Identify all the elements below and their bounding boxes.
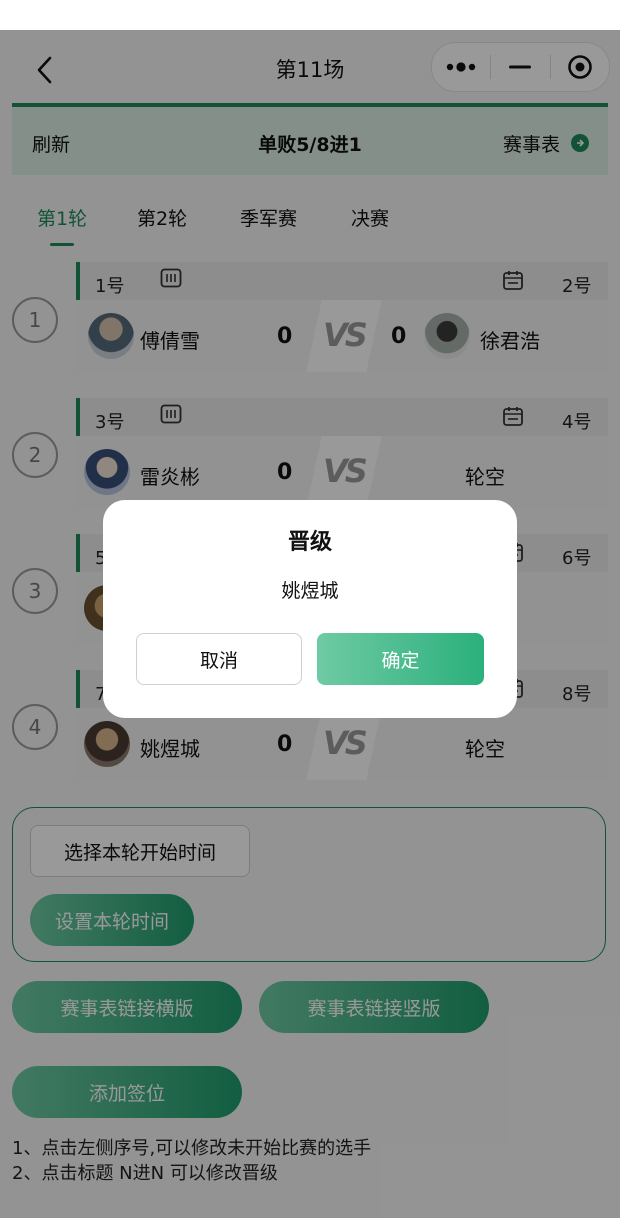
status-strip: [0, 0, 620, 30]
dialog-message: 姚煜城: [281, 580, 339, 602]
phone-screen: 第11场 刷新 单败5/8进1 赛事表 第1轮 第2轮 季军赛 决赛 1 1号 …: [0, 0, 620, 1218]
dialog-title: 晋级: [287, 530, 332, 555]
cancel-button[interactable]: 取消: [136, 633, 302, 685]
confirm-button[interactable]: 确定: [317, 633, 484, 685]
promotion-dialog: 晋级 姚煜城 取消 确定: [103, 500, 517, 718]
